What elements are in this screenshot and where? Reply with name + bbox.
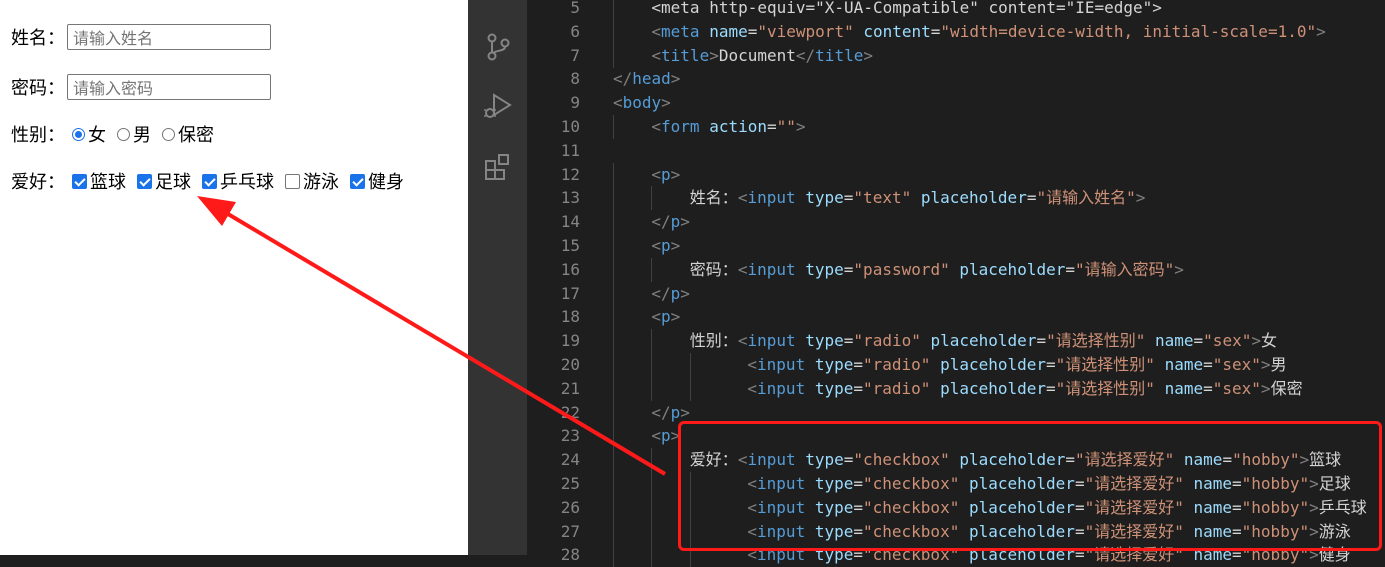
annotation-arrow (197, 196, 667, 476)
